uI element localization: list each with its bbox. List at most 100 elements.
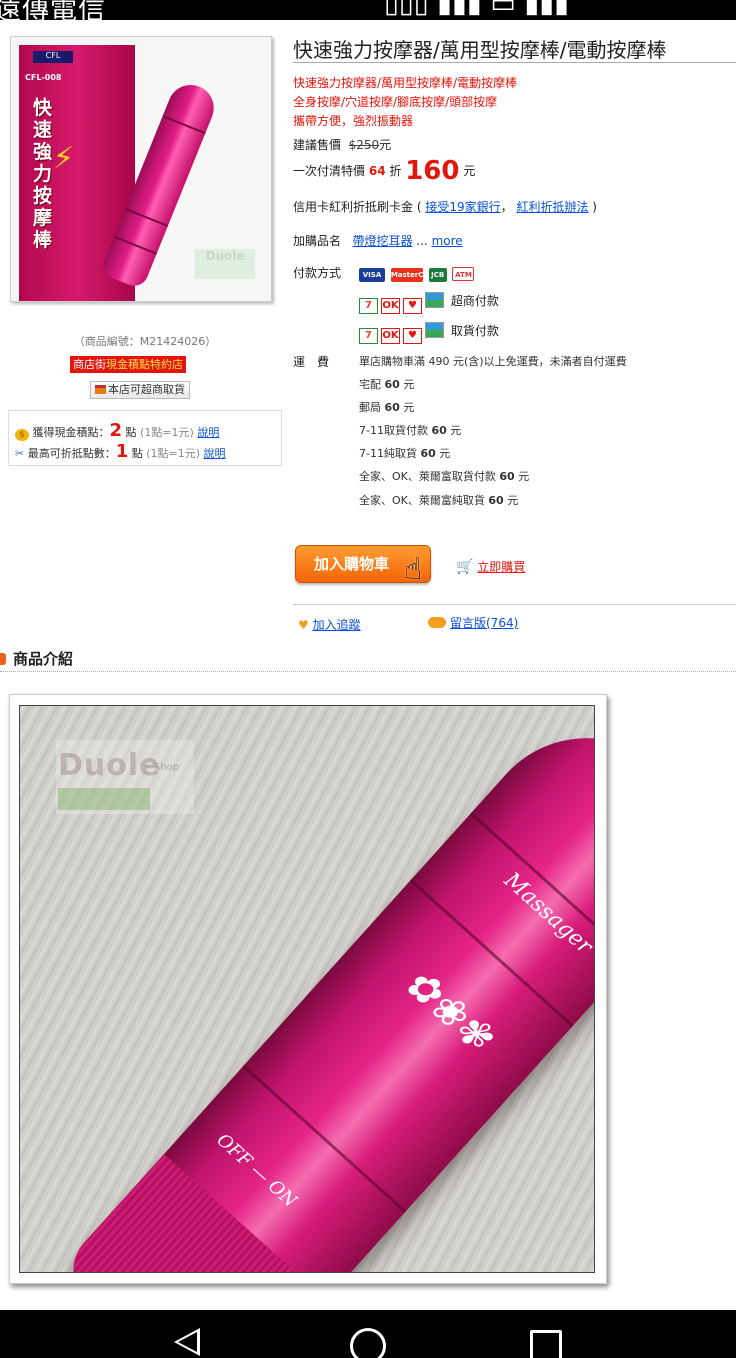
shipping-item: 郵局 60 元 <box>359 399 414 415</box>
shipping-price: 60 <box>384 378 400 391</box>
discount-unit: 折 <box>389 164 402 178</box>
max-points-label: 最高可折抵點數： <box>27 447 116 460</box>
desc-line-1: 快速強力按摩器/萬用型按摩棒/電動按摩棒 <box>293 76 518 90</box>
thumbnail-model: CFL-008 <box>25 73 62 82</box>
shipping-item: 全家、OK、萊爾富純取貨 60 元 <box>359 492 518 508</box>
buy-now-link[interactable]: 🛒 立即購買 <box>456 558 525 575</box>
cart-icon: 🛒 <box>456 559 474 575</box>
msrp-label: 建議售價 <box>293 138 342 152</box>
massager-cap <box>57 1153 327 1272</box>
thumbnail-brand: CFL <box>33 51 73 63</box>
shipping-unit: 元 <box>507 494 519 507</box>
android-nav-bar <box>0 1310 736 1358</box>
cvs-pickup-text: 取貨付款 <box>450 324 499 338</box>
product-intro-title: 商品介紹 <box>13 650 74 668</box>
cash-points-store-badge[interactable]: 商店街現金積點特約店 <box>70 356 186 373</box>
shipping-item: 全家、OK、萊爾富取貨付款 60 元 <box>359 468 529 484</box>
product-title: 快速強力按摩器/萬用型按摩棒/電動按摩棒 <box>293 38 667 62</box>
page: 遠傳電信 ▯▯▯ ▮▮▮ ▭ ▮▮▮ CFL CFL-008 快速強力按摩棒 ⚡… <box>0 0 736 1358</box>
shipping-item: 7-11取貨付款 60 元 <box>359 422 461 438</box>
shipping-name: 宅配 <box>359 378 381 391</box>
shipping-unit: 元 <box>450 424 462 437</box>
photo-watermark: Duole Shop <box>56 740 194 814</box>
shipping-unit: 元 <box>518 470 530 483</box>
shipping-name: 全家、OK、萊爾富取貨付款 <box>359 470 496 483</box>
carrier-name: 遠傳電信 <box>0 0 106 20</box>
addon-more-link[interactable]: more <box>432 234 463 248</box>
follow-label[interactable]: 加入追蹤 <box>313 618 361 632</box>
visa-icon: VISA <box>359 268 385 282</box>
switch-label: OFF — ON <box>212 1129 301 1212</box>
max-points-unit: 點 <box>131 447 143 460</box>
atm-icon: ATM <box>452 267 475 281</box>
product-intro-header: 商品介紹 <box>0 648 736 672</box>
desc-line-3: 攜帶方便，強烈振動器 <box>293 114 414 128</box>
title-divider <box>293 62 736 63</box>
sale-unit: 元 <box>463 164 476 178</box>
hand-cursor-icon: ☝ <box>404 552 423 587</box>
message-board-label[interactable]: 留言版(764) <box>450 616 518 630</box>
watermark-bar <box>58 788 150 810</box>
credit-suffix: ) <box>592 200 597 214</box>
addon-item-link[interactable]: 帶燈挖耳器 <box>352 234 412 248</box>
shipping-name: 全家、OK、萊爾富純取貨 <box>359 494 485 507</box>
shipping-item: 宅配 60 元 <box>359 376 414 392</box>
familymart-icon <box>425 292 444 308</box>
desc-line-2: 全身按摩/穴道按摩/腳底按摩/頭部按摩 <box>293 95 498 109</box>
shipping-price: 60 <box>431 424 447 437</box>
hilife-icon: ♥ <box>403 298 422 314</box>
shipping-price: 60 <box>384 401 400 414</box>
follow-link[interactable]: ♥ 加入追蹤 <box>298 616 361 633</box>
cvs-pay-row: 7 OK ♥ 超商付款 <box>359 292 499 314</box>
seven-eleven-icon: 7 <box>359 328 378 344</box>
shipping-unit: 元 <box>403 378 415 391</box>
bonus-rules-link[interactable]: 紅利折抵辦法 <box>516 200 588 214</box>
jcb-icon: JCB <box>428 268 447 282</box>
addon-row: 加購品名 帶燈挖耳器 ... more <box>293 234 463 248</box>
heart-icon: ♥ <box>298 618 309 632</box>
max-points-row: ✂ 最高可折抵點數：1 點 (1點=1元) 說明 <box>15 441 226 462</box>
watermark-main: Duole <box>58 748 161 783</box>
thumbnail-vertical-text: 快速強力按摩棒 <box>33 97 53 251</box>
product-id: （商品編號：M21424026） <box>73 335 217 348</box>
sale-label: 一次付清特價 <box>293 164 366 178</box>
speech-bubble-icon <box>428 617 446 628</box>
back-icon[interactable] <box>174 1328 200 1356</box>
shipping-unit: 元 <box>403 401 415 414</box>
msrp-unit: 元 <box>379 138 392 152</box>
action-divider <box>293 604 736 605</box>
shipping-name: 7-11純取貨 <box>359 447 417 460</box>
store-icon <box>95 385 106 394</box>
buy-now-label[interactable]: 立即購買 <box>477 560 525 574</box>
watermark-sub: Shop <box>154 762 180 773</box>
credit-prefix: 信用卡紅利折抵刷卡金 ( <box>293 200 422 214</box>
lightning-icon: ⚡ <box>53 141 75 176</box>
payment-label: 付款方式 <box>293 266 342 280</box>
msrp-row: 建議售價 $250元 <box>293 136 391 153</box>
recent-apps-icon[interactable] <box>530 1330 562 1358</box>
home-icon[interactable] <box>350 1328 386 1358</box>
product-photo[interactable]: Duole Shop Massager ✿❀✾ OFF — ON <box>19 705 595 1273</box>
mastercard-icon: MasterCard <box>390 268 437 282</box>
banks-link[interactable]: 接受19家銀行 <box>425 200 500 214</box>
hilife-icon: ♥ <box>403 328 422 344</box>
status-bar: 遠傳電信 ▯▯▯ ▮▮▮ ▭ ▮▮▮ <box>0 0 736 20</box>
section-marker-icon <box>0 653 6 665</box>
max-points-explain-link[interactable]: 說明 <box>204 447 226 460</box>
earn-points-explain-link[interactable]: 說明 <box>197 426 219 439</box>
scissors-icon: ✂ <box>15 447 25 460</box>
product-thumbnail[interactable]: CFL CFL-008 快速強力按摩棒 ⚡ Duole <box>10 36 272 302</box>
sale-price-row: 一次付清特價 64 折 160 元 <box>293 156 475 186</box>
ok-mart-icon: OK <box>381 328 400 344</box>
msrp-value: $250 <box>348 138 380 152</box>
shipping-unit: 元 <box>439 447 451 460</box>
earn-points-label: 獲得現金積點： <box>32 426 110 439</box>
cvs-pickup-badge[interactable]: 本店可超商取貨 <box>90 381 190 399</box>
shipping-label: 運 費 <box>293 355 330 369</box>
credit-comma: ， <box>500 200 513 214</box>
message-board-link[interactable]: 留言版(764) <box>428 614 518 631</box>
status-right: ▯▯▯ ▮▮▮ ▭ ▮▮▮ <box>384 0 569 19</box>
sale-price: 160 <box>405 156 460 186</box>
points-box: $ 獲得現金積點：2 點 (1點=1元) 說明 ✂ 最高可折抵點數：1 點 (1… <box>8 410 282 466</box>
max-points-value: 1 <box>115 441 129 462</box>
